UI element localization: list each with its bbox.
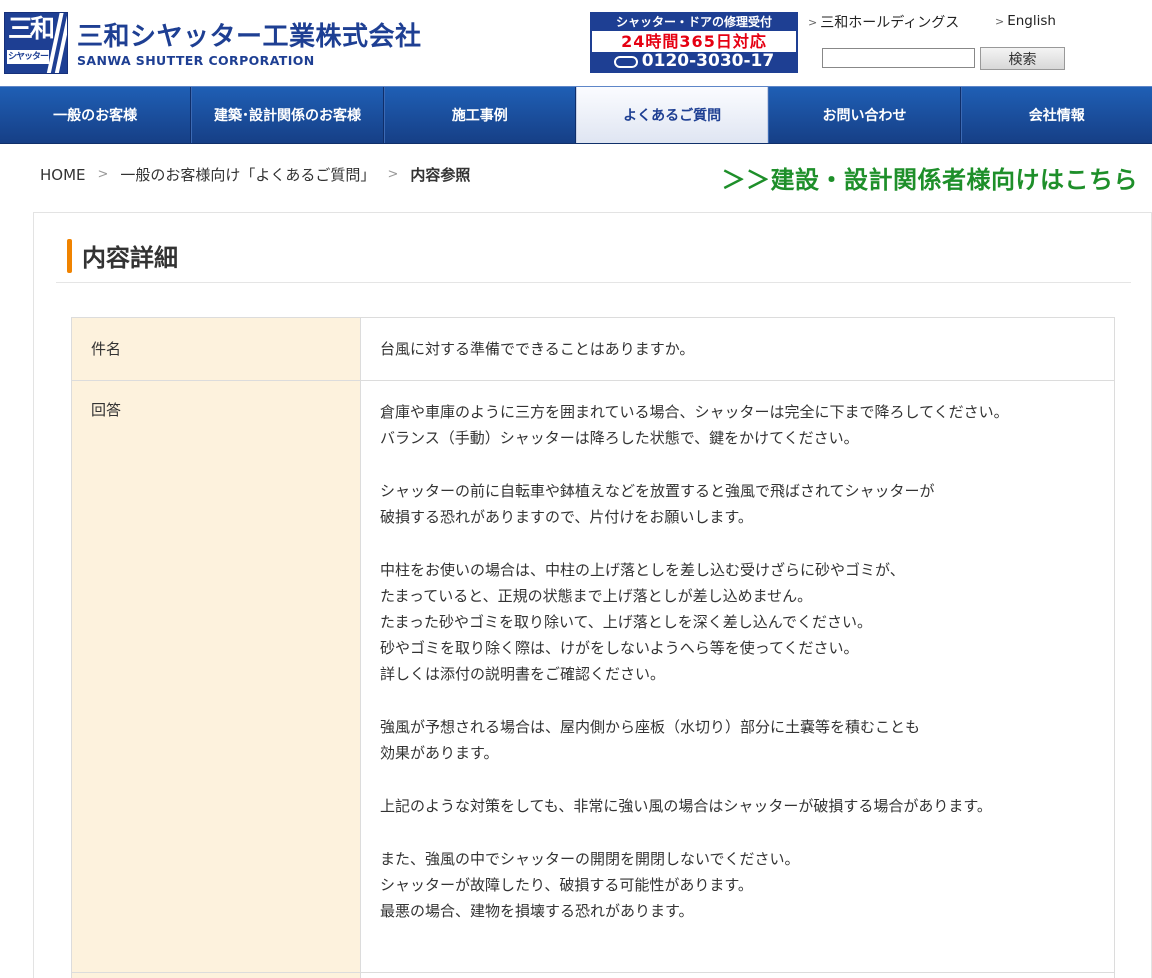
repair-banner-phone: 0120-3030-17: [641, 51, 775, 71]
search-input[interactable]: [822, 48, 975, 68]
chevron-right-icon: >: [97, 167, 109, 182]
answer-line: 破損する恐れがありますので、片付けをお願いします。: [380, 508, 753, 526]
answer-paragraph: また、強風の中でシャッターの開閉を開閉しないでください。 シャッターが故障したり…: [380, 846, 1095, 924]
answer-line: 効果があります。: [380, 744, 499, 762]
answer-paragraph: 中柱をお使いの場合は、中柱の上げ落としを差し込む受けざらに砂やゴミが、 たまって…: [380, 557, 1095, 687]
answer-paragraph: 上記のような対策をしても、非常に強い風の場合はシャッターが破損する場合があります…: [380, 793, 1095, 819]
answer-paragraph: 強風が予想される場合は、屋内側から座板（水切り）部分に土嚢等を積むことも 効果が…: [380, 714, 1095, 766]
answer-line: シャッターの前に自転車や鉢植えなどを放置すると強風で飛ばされてシャッターが: [380, 482, 935, 500]
site-header: 三和 シヤッター 三和シヤッター工業株式会社 SANWA SHUTTER COR…: [0, 0, 1152, 86]
repair-service-banner[interactable]: シャッター・ドアの修理受付 24時間365日対応 0120-3030-17: [590, 12, 798, 73]
search-button[interactable]: 検索: [980, 47, 1065, 70]
breadcrumb-home[interactable]: HOME: [40, 166, 86, 184]
answer-line: 詳しくは添付の説明書をご確認ください。: [380, 665, 666, 683]
detail-table: 件名 台風に対する準備でできることはありますか。 回答 倉庫や車庫のように三方を…: [71, 317, 1115, 978]
answer-line: 最悪の場合、建物を損壊する恐れがあります。: [380, 902, 694, 920]
next-row-label: [71, 972, 361, 978]
table-row-subject: 件名 台風に対する準備でできることはありますか。: [71, 317, 1115, 381]
subject-value: 台風に対する準備でできることはありますか。: [360, 317, 1115, 381]
chevron-right-icon: >: [995, 14, 1005, 28]
answer-label: 回答: [71, 380, 361, 973]
company-logo[interactable]: 三和 シヤッター 三和シヤッター工業株式会社 SANWA SHUTTER COR…: [4, 12, 422, 74]
answer-paragraph: 倉庫や車庫のように三方を囲まれている場合、シャッターは完全に下まで降ろしてくださ…: [380, 399, 1095, 451]
table-row-answer: 回答 倉庫や車庫のように三方を囲まれている場合、シャッターは完全に下まで降ろして…: [71, 380, 1115, 973]
breadcrumb-faq[interactable]: 一般のお客様向け「よくあるご質問」: [120, 164, 375, 185]
company-name-en: SANWA SHUTTER CORPORATION: [77, 53, 315, 68]
answer-line: 上記のような対策をしても、非常に強い風の場合はシャッターが破損する場合があります…: [380, 797, 992, 815]
heading-accent-bar: [67, 238, 72, 273]
logo-mark-katakana: シヤッター: [7, 50, 49, 64]
subject-label: 件名: [71, 317, 361, 381]
page-title: 内容詳細: [82, 244, 178, 272]
answer-line: バランス（手動）シャッターは降ろした状態で、鍵をかけてください。: [380, 429, 859, 447]
logo-name: 三和シヤッター工業株式会社 SANWA SHUTTER CORPORATION: [77, 18, 422, 68]
answer-line: また、強風の中でシャッターの開閉を開閉しないでください。: [380, 850, 800, 868]
section-heading: 内容詳細: [56, 235, 1131, 283]
nav-faq[interactable]: よくあるご質問: [575, 87, 769, 143]
construction-customers-link[interactable]: ＞＞建設・設計関係者様向けはこちら: [722, 160, 1139, 195]
freedial-icon: [613, 55, 638, 68]
english-link[interactable]: > English: [995, 13, 1056, 29]
next-row-value: [360, 972, 1115, 978]
holdings-link[interactable]: > 三和ホールディングス: [808, 12, 959, 32]
chevron-right-icon: >: [808, 15, 818, 29]
repair-banner-line2: 24時間365日対応: [621, 32, 767, 51]
table-row-next: [71, 972, 1115, 978]
repair-banner-phone-row: 0120-3030-17: [592, 52, 796, 71]
repair-banner-line1: シャッター・ドアの修理受付: [592, 14, 796, 31]
answer-line: たまった砂やゴミを取り除いて、上げ落としを深く差し込んでください。: [380, 613, 873, 631]
answer-line: 中柱をお使いの場合は、中柱の上げ落としを差し込む受けざらに砂やゴミが、: [380, 561, 905, 579]
nav-contact[interactable]: お問い合わせ: [768, 87, 961, 143]
answer-line: 強風が予想される場合は、屋内側から座板（水切り）部分に土嚢等を積むことも: [380, 718, 921, 736]
chevron-right-icon: >: [387, 167, 399, 182]
answer-line: シャッターが故障したり、破損する可能性があります。: [380, 876, 753, 894]
answer-line: たまっていると、正規の状態まで上げ落としが差し込めません。: [380, 587, 813, 605]
nav-general-customers[interactable]: 一般のお客様: [0, 87, 192, 143]
answer-paragraph: シャッターの前に自転車や鉢植えなどを放置すると強風で飛ばされてシャッターが 破損…: [380, 478, 1095, 530]
nav-construction-customers[interactable]: 建築･設計関係のお客様: [191, 87, 384, 143]
logo-mark-kanji: 三和: [8, 14, 55, 43]
company-name-jp: 三和シヤッター工業株式会社: [77, 22, 422, 52]
content-panel: 内容詳細 件名 台風に対する準備でできることはありますか。 回答 倉庫や車庫のよ…: [33, 212, 1152, 978]
breadcrumb-current: 内容参照: [410, 166, 471, 184]
answer-line: 砂やゴミを取り除く際は、けがをしないようへら等を使ってください。: [380, 639, 859, 657]
global-nav: 一般のお客様 建築･設計関係のお客様 施工事例 よくあるご質問 お問い合わせ 会…: [0, 86, 1152, 144]
english-link-label: English: [1007, 13, 1056, 29]
nav-company-info[interactable]: 会社情報: [960, 87, 1152, 143]
holdings-link-label: 三和ホールディングス: [820, 15, 960, 31]
answer-line: 倉庫や車庫のように三方を囲まれている場合、シャッターは完全に下まで降ろしてくださ…: [380, 403, 1009, 421]
nav-case-studies[interactable]: 施工事例: [383, 87, 576, 143]
answer-value: 倉庫や車庫のように三方を囲まれている場合、シャッターは完全に下まで降ろしてくださ…: [360, 380, 1115, 973]
breadcrumb: HOME > 一般のお客様向け「よくあるご質問」 > 内容参照: [40, 164, 470, 185]
logo-mark: 三和 シヤッター: [4, 12, 68, 74]
